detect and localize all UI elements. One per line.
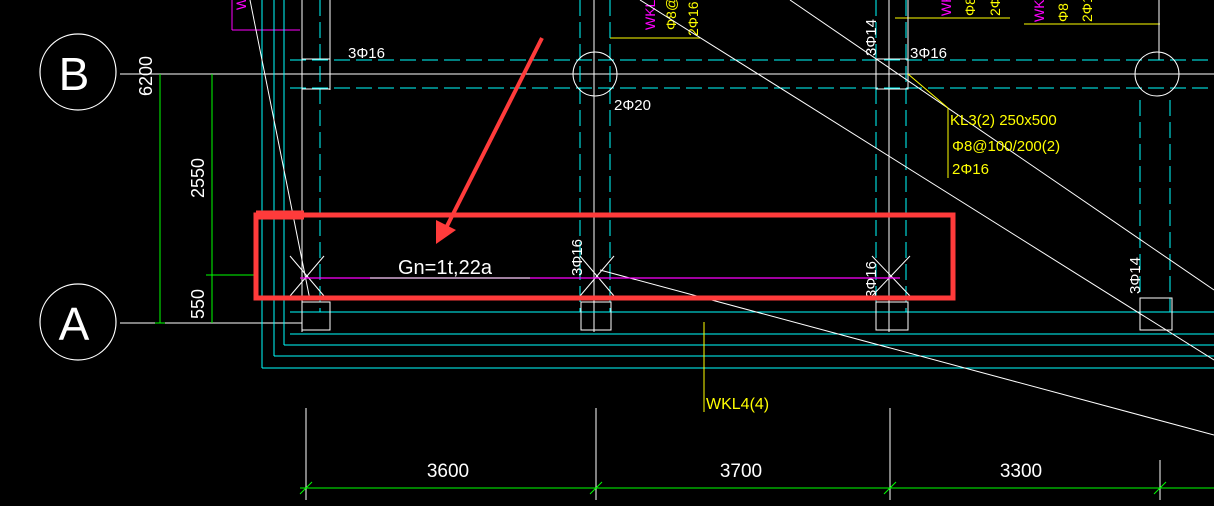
- rebar-3phi16-b1: 3Φ16: [348, 45, 385, 62]
- top-phi8-1: Φ8@: [663, 0, 679, 30]
- axis-label-b: B: [59, 48, 90, 100]
- column-a3: [875, 301, 909, 331]
- column-a4: [1139, 297, 1173, 331]
- rebar-3phi14-b3: 3Φ14: [863, 19, 880, 56]
- columns: [301, 51, 1180, 331]
- top-wkl-label-3: WKL: [938, 0, 954, 16]
- kl3-annotation-line1: KL3(2) 250x500: [950, 112, 1057, 129]
- top-wkl-label-2: WKL: [642, 0, 658, 30]
- wkl4-label: WKL4(4): [706, 396, 769, 413]
- top-wkl-label-4: WKL: [1031, 0, 1047, 22]
- top-phi8-2: Φ8: [962, 0, 978, 16]
- column-a1: [301, 301, 331, 331]
- cad-drawing-canvas: WKL WKL Φ8@ 2Φ16 WKL Φ8 2Φ16 WKL Φ8 2Φ16: [39, 0, 1214, 500]
- top-phi8-3: Φ8: [1055, 3, 1071, 22]
- dim-550: 550: [188, 289, 208, 319]
- dim-3600: 3600: [427, 461, 469, 482]
- rebar-3phi14-a4: 3Φ14: [1127, 257, 1144, 294]
- top-2phi16-3: 2Φ16: [1079, 0, 1095, 22]
- rebar-3phi16-a3: 3Φ16: [863, 261, 880, 298]
- rebar-2phi20: 2Φ20: [614, 97, 651, 114]
- gn-load-label: Gn=1t,22a: [398, 257, 493, 279]
- kl3-annotation-line2: Φ8@100/200(2): [952, 138, 1060, 155]
- cyan-beam-lines: [261, 0, 1214, 369]
- rebar-3phi16-b3: 3Φ16: [910, 45, 947, 62]
- axis-label-a: A: [59, 298, 90, 350]
- top-2phi16-1: 2Φ16: [685, 1, 701, 36]
- rebar-3phi16-a2: 3Φ16: [569, 239, 586, 276]
- axis-bubble-a: A: [39, 283, 117, 361]
- kl3-leader: [907, 73, 949, 178]
- cross-marks: [289, 255, 911, 297]
- column-a2: [580, 301, 612, 331]
- dim-3300: 3300: [1000, 461, 1042, 482]
- top-2phi16-2: 2Φ16: [987, 0, 1003, 16]
- dim-2550: 2550: [188, 158, 208, 198]
- top-wkl-label-1: WKL: [233, 0, 249, 10]
- horizontal-dimensions: [299, 481, 1214, 495]
- axis-bubble-b: B: [39, 33, 117, 111]
- top-cutoff-labels: WKL WKL Φ8@ 2Φ16 WKL Φ8 2Φ16 WKL Φ8 2Φ16: [231, 0, 1160, 39]
- dim-6200: 6200: [136, 56, 156, 96]
- dim-3700: 3700: [720, 461, 762, 482]
- kl3-annotation-line3: 2Φ16: [952, 161, 989, 178]
